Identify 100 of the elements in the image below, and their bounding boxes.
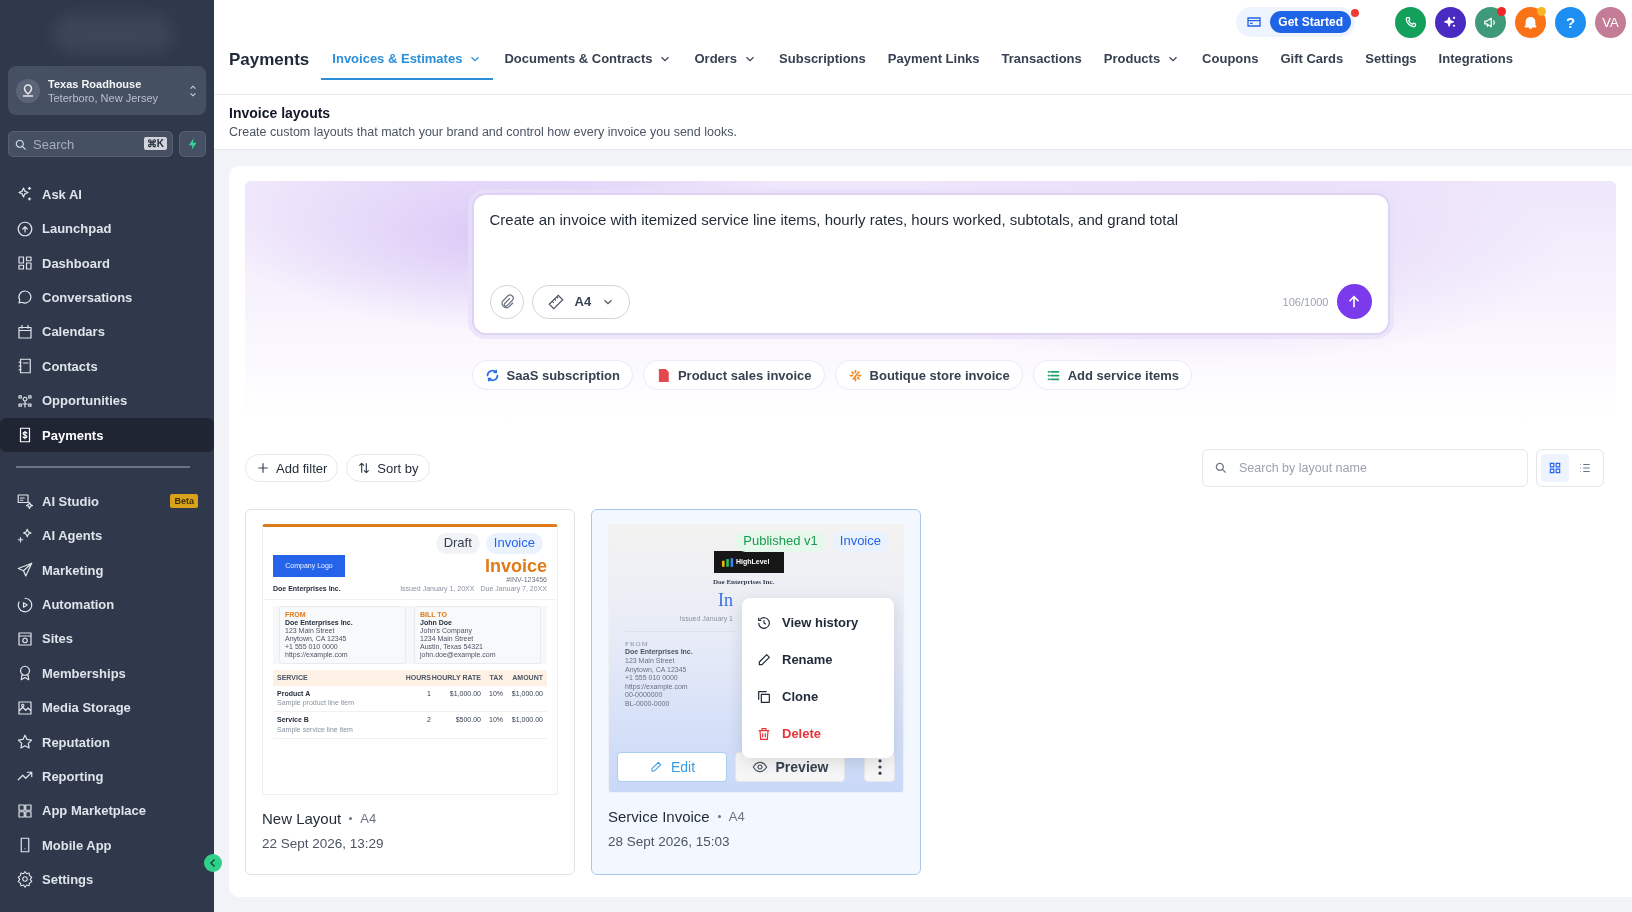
megaphone-icon-button[interactable] [1475, 6, 1506, 38]
nav-tab[interactable]: Documents & Contracts [493, 51, 684, 80]
prompt-text: Create an invoice with itemized service line items, hourly rates, hours worked, subtotals, and grand total [489, 211, 1180, 228]
nav-tab[interactable]: Integrations [1427, 51, 1524, 80]
nav-tab[interactable]: Gift Cards [1269, 51, 1355, 80]
contacts-icon [16, 357, 34, 376]
bars-icon [722, 557, 734, 567]
menu-item[interactable]: Rename [742, 641, 894, 678]
nav-tab[interactable]: Subscriptions [768, 51, 877, 80]
sidebar-item-label: AI Agents [42, 528, 103, 544]
type-badge: Invoice [831, 531, 889, 552]
sidebar-item-label: Reporting [42, 768, 104, 784]
character-counter: 106/1000 [1282, 295, 1329, 308]
layout-name: Service Invoice [608, 808, 710, 825]
sidebar-item[interactable]: Reporting [0, 759, 214, 794]
sidebar-item[interactable]: AI Agents [0, 518, 214, 553]
sidebar-item[interactable]: Ask AI [0, 177, 214, 212]
layout-card[interactable] [591, 509, 921, 875]
paper-plane-icon [16, 561, 34, 580]
browser-icon [16, 629, 34, 648]
separator-dot [349, 817, 353, 820]
send-button[interactable] [1336, 284, 1372, 319]
layout-date: 22 Sept 2026, 13:29 [262, 836, 385, 851]
add-filter-button[interactable]: Add filter [245, 454, 339, 482]
sidebar-item[interactable]: Media Storage [0, 690, 214, 725]
sparkle-icon-button[interactable] [1435, 6, 1466, 38]
nav-tab[interactable]: Payment Links [876, 51, 991, 80]
sidebar-item-label: AI Studio [42, 493, 100, 509]
attach-button[interactable] [489, 284, 524, 319]
pencil-icon [648, 760, 663, 774]
sidebar-item-label: Memberships [42, 665, 126, 681]
trash-icon [756, 725, 772, 742]
sidebar-item[interactable]: Contacts [0, 349, 214, 384]
sidebar-item[interactable]: Launchpad [0, 211, 214, 246]
launchpad-icon [16, 219, 34, 238]
nav-tab[interactable]: Transactions [990, 51, 1093, 80]
get-started-button[interactable]: Get Started [1270, 11, 1351, 33]
suggestion-chip[interactable]: Add service items [1032, 360, 1192, 390]
sidebar-item[interactable]: Sites [0, 621, 214, 657]
sidebar-item[interactable]: Settings [0, 862, 214, 896]
nav-tab[interactable]: Coupons [1191, 51, 1270, 80]
ruler-icon [546, 292, 565, 311]
sort-icon [357, 461, 372, 475]
suggestion-chip[interactable]: SaaS subscription [471, 360, 633, 390]
sidebar-item[interactable]: Memberships [0, 656, 214, 691]
sidebar-item[interactable]: Reputation [0, 724, 214, 760]
shortcut-badge: ⌘K [143, 137, 167, 151]
menu-item[interactable]: Clone [742, 678, 894, 715]
sidebar-item[interactable]: AI Studio Beta [0, 484, 214, 519]
sidebar-item[interactable]: App Marketplace [0, 793, 214, 829]
grid-view-button[interactable] [1541, 454, 1569, 482]
menu-item[interactable]: View history [742, 604, 894, 641]
invoice-heading: In [718, 590, 734, 611]
separator-dot [717, 815, 721, 818]
beta-badge: Beta [170, 494, 198, 509]
studio-icon [16, 492, 34, 511]
status-badge: Draft [435, 533, 480, 554]
pencil-icon [756, 651, 772, 668]
nav-tab[interactable]: Orders [683, 51, 769, 80]
nav-tab[interactable]: Products [1092, 51, 1192, 80]
sidebar-item-label: Marketing [42, 562, 104, 578]
suggestion-chip[interactable]: Boutique store invoice [834, 360, 1023, 390]
menu-item[interactable]: Delete [742, 715, 894, 752]
sidebar-item[interactable]: Payments [0, 417, 214, 453]
paper-size: A4 [728, 809, 745, 824]
account-name: Texas Roadhouse [48, 76, 143, 91]
search-icon [14, 138, 28, 153]
eye-icon [751, 759, 768, 775]
sidebar-item-label: Sites [42, 631, 74, 647]
invoice-heading: Invoice [484, 557, 547, 575]
paper-size-dropdown[interactable]: A4 [531, 284, 631, 319]
collapse-button[interactable] [204, 854, 222, 872]
sidebar-item[interactable]: Calendars [0, 314, 214, 350]
sidebar-item[interactable]: Conversations [0, 280, 214, 315]
layout-date: 28 Sept 2026, 15:03 [608, 834, 731, 849]
suggestion-chip[interactable]: Product sales invoice [642, 360, 825, 390]
section-title: Invoice layouts [229, 105, 332, 121]
account-switcher[interactable]: Texas Roadhouse Teterboro, New Jersey [8, 66, 206, 116]
grid-icon [16, 801, 34, 820]
sidebar-item-label: Reputation [42, 734, 110, 750]
sidebar-item-label: Media Storage [42, 700, 131, 716]
sidebar-item[interactable]: Automation [0, 587, 214, 622]
sidebar-item[interactable]: Mobile App [0, 828, 214, 863]
sidebar-item-label: Mobile App [42, 837, 112, 853]
section-description: Create custom layouts that match your brand and control how every invoice you send looks. [229, 125, 738, 139]
list-icon [1578, 461, 1592, 475]
sidebar-item-label: App Marketplace [42, 803, 147, 819]
sidebar-item[interactable]: Dashboard [0, 245, 214, 281]
bell-icon-button[interactable] [1515, 6, 1546, 38]
nav-tab[interactable]: Settings [1354, 51, 1428, 80]
automation-icon [16, 595, 34, 614]
sort-button[interactable]: Sort by [346, 454, 430, 482]
copy-icon [756, 688, 772, 705]
quick-action-button[interactable] [179, 131, 206, 158]
sidebar-item[interactable]: Marketing [0, 552, 214, 588]
layout-card[interactable] [245, 509, 575, 875]
phone-icon-button[interactable] [1395, 6, 1426, 38]
dashboard-icon [16, 254, 34, 273]
sidebar-item[interactable]: Opportunities [0, 383, 214, 418]
calendar-icon [16, 322, 34, 341]
